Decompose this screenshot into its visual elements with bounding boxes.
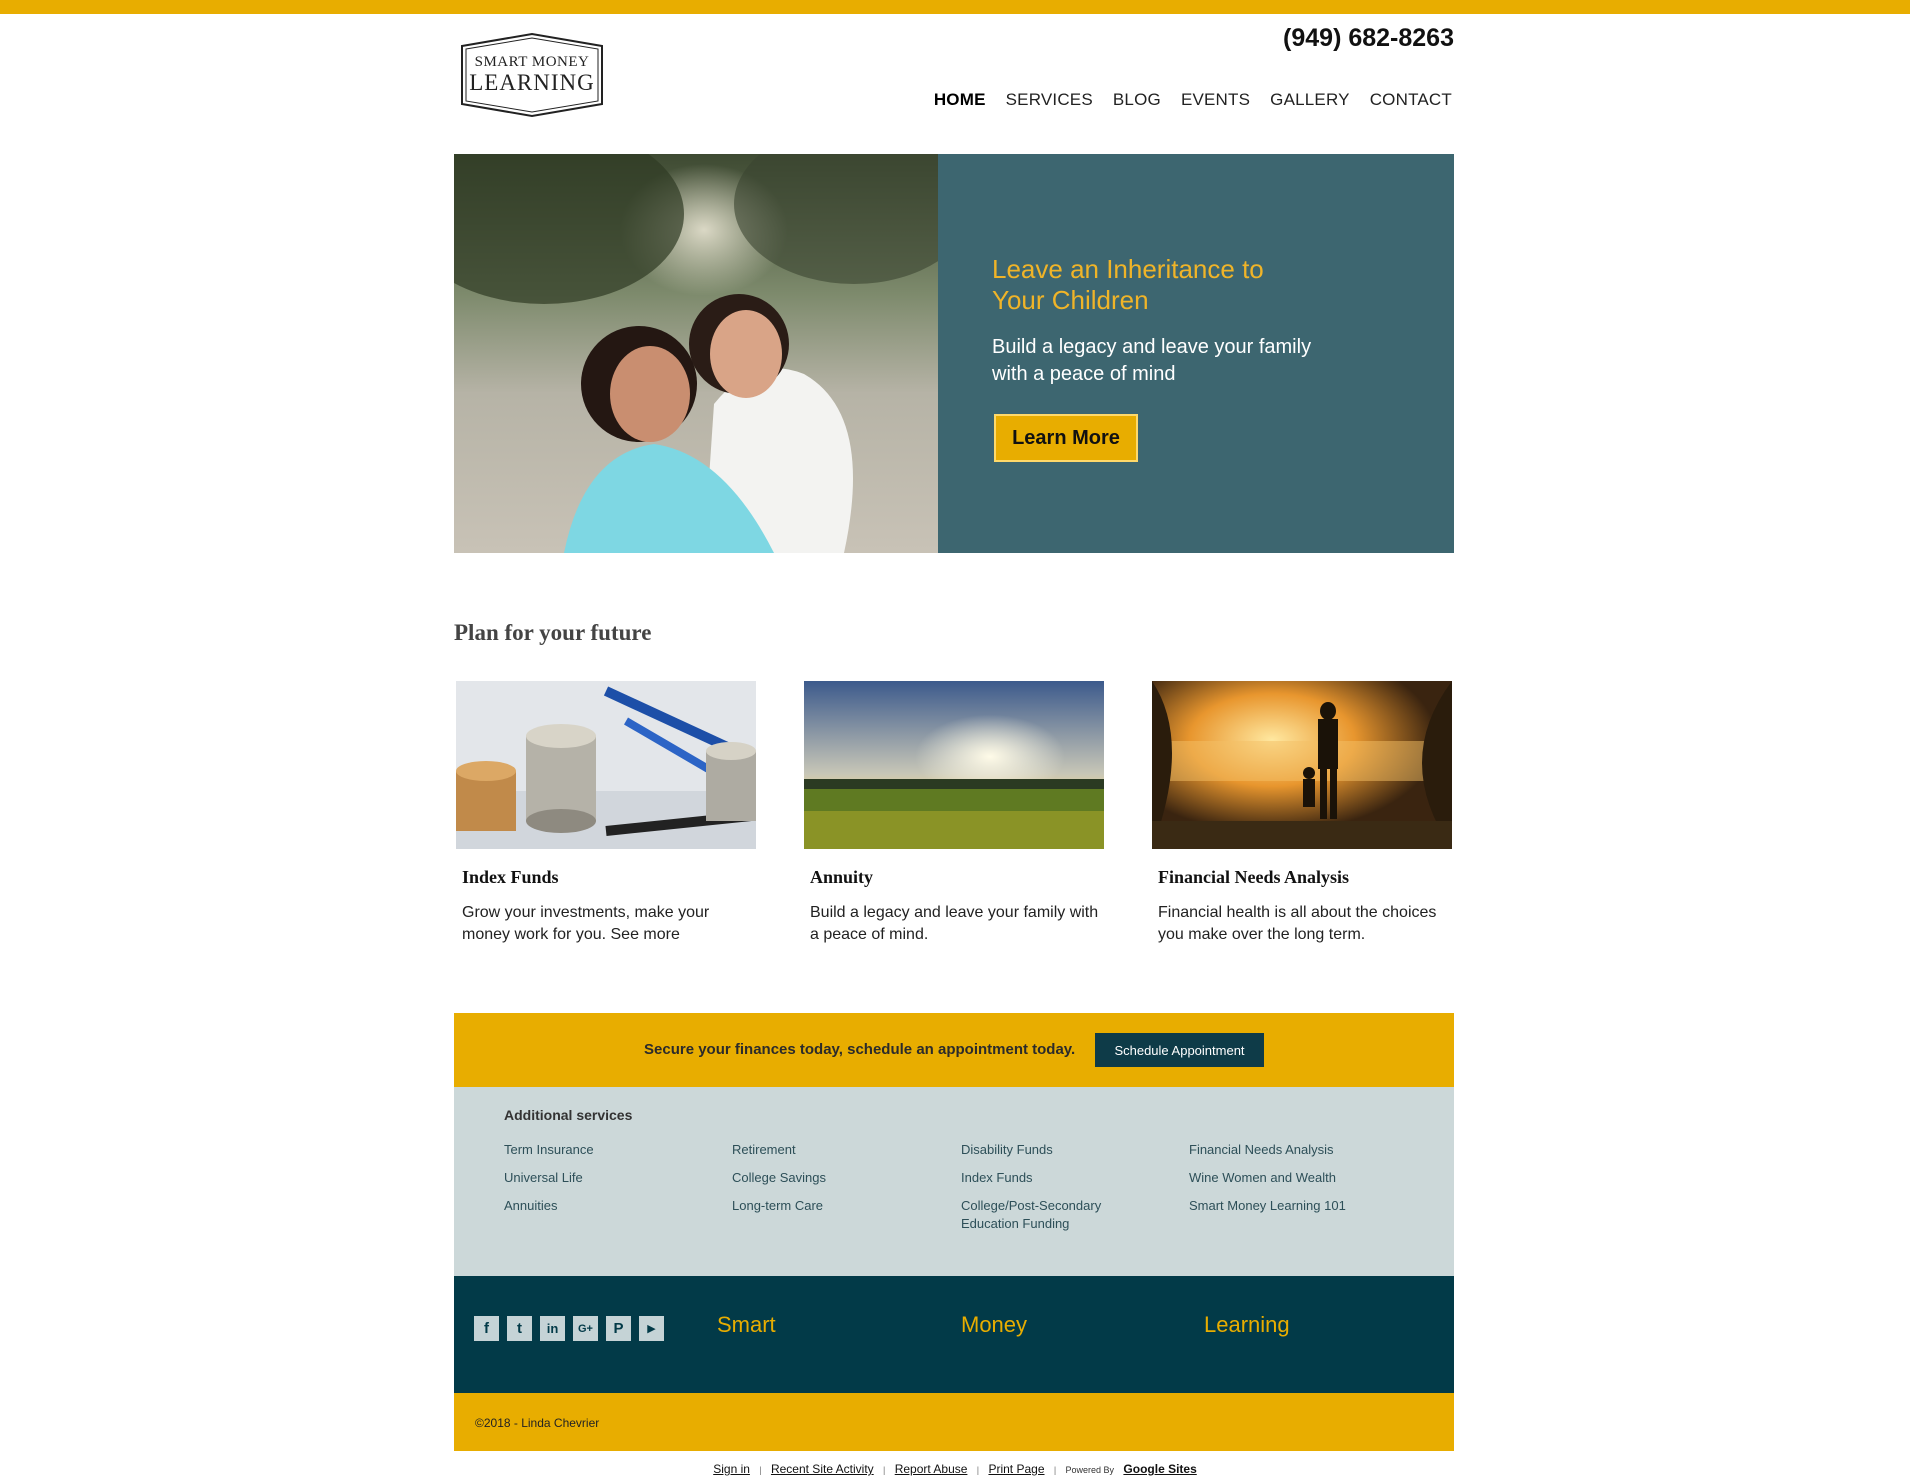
service-link[interactable]: Smart Money Learning 101 (1189, 1197, 1389, 1215)
social-links: f t in G+ P ▶ (474, 1316, 664, 1341)
card-title: Financial Needs Analysis (1158, 867, 1350, 887)
card-index-funds[interactable]: Index Funds Grow your investments, make … (456, 681, 756, 946)
service-link[interactable]: Universal Life (504, 1169, 704, 1187)
cta-bar: Secure your finances today, schedule an … (454, 1013, 1454, 1087)
hero-subtitle: Build a legacy and leave your family wit… (992, 336, 1312, 385)
service-link[interactable]: Term Insurance (504, 1141, 704, 1159)
sunset-field-image (804, 681, 1104, 849)
services-column-3: Disability Funds Index Funds College/Pos… (961, 1141, 1121, 1243)
card-financial-needs-analysis[interactable]: Financial Needs Analysis Financial healt… (1152, 681, 1452, 946)
nav-contact[interactable]: CONTACT (1370, 90, 1452, 110)
twitter-icon[interactable]: t (507, 1316, 532, 1341)
hero-panel: Leave an Inheritance to Your Children Bu… (938, 154, 1454, 553)
nav-events[interactable]: EVENTS (1181, 90, 1250, 110)
google-plus-icon[interactable]: G+ (573, 1316, 598, 1341)
service-link[interactable]: College Savings (732, 1169, 932, 1187)
card-text: Build a legacy and leave your family wit… (810, 904, 1099, 943)
services-column-4: Financial Needs Analysis Wine Women and … (1189, 1141, 1389, 1225)
services-column-2: Retirement College Savings Long-term Car… (732, 1141, 932, 1225)
service-link[interactable]: Retirement (732, 1141, 932, 1159)
schedule-appointment-button[interactable]: Schedule Appointment (1095, 1033, 1264, 1067)
hero-title: Leave an Inheritance to Your Children (992, 254, 1264, 315)
phone-number[interactable]: (949) 682-8263 (1283, 24, 1454, 53)
site-utility-links: Sign in | Recent Site Activity | Report … (0, 1462, 1910, 1476)
learn-more-button[interactable]: Learn More (994, 414, 1138, 462)
additional-services: Additional services Term Insurance Unive… (454, 1087, 1454, 1276)
youtube-icon[interactable]: ▶ (639, 1316, 664, 1341)
card-annuity[interactable]: Annuity Build a legacy and leave your fa… (804, 681, 1104, 946)
service-link[interactable]: Disability Funds (961, 1141, 1121, 1159)
copyright-bar: ©2018 - Linda Chevrier (454, 1393, 1454, 1451)
main-nav: HOME SERVICES BLOG EVENTS GALLERY CONTAC… (934, 90, 1452, 110)
hero-photo (454, 154, 938, 553)
separator: | (759, 1465, 762, 1475)
service-link[interactable]: Wine Women and Wealth (1189, 1169, 1389, 1187)
service-link[interactable]: Financial Needs Analysis (1189, 1141, 1389, 1159)
services-column-1: Term Insurance Universal Life Annuities (504, 1141, 704, 1225)
footer-word-money: Money (961, 1312, 1028, 1337)
print-page-link[interactable]: Print Page (988, 1462, 1044, 1476)
service-link[interactable]: Index Funds (961, 1169, 1121, 1187)
sign-in-link[interactable]: Sign in (713, 1462, 750, 1476)
recent-site-activity-link[interactable]: Recent Site Activity (771, 1462, 874, 1476)
card-title: Index Funds (462, 867, 559, 887)
footer-word-learning: Learning (1204, 1312, 1290, 1337)
google-sites-link[interactable]: Google Sites (1123, 1462, 1196, 1476)
service-link[interactable]: Long-term Care (732, 1197, 932, 1215)
services-title: Additional services (504, 1107, 633, 1123)
facebook-icon[interactable]: f (474, 1316, 499, 1341)
site-logo[interactable]: SMART MONEY LEARNING (458, 32, 606, 118)
footer-word-smart: Smart (717, 1312, 776, 1337)
hero-banner: Leave an Inheritance to Your Children Bu… (454, 154, 1454, 553)
card-title: Annuity (810, 867, 874, 887)
nav-services[interactable]: SERVICES (1006, 90, 1093, 110)
logo-text-bottom: LEARNING (469, 70, 595, 95)
card-text: Financial health is all about the choice… (1158, 904, 1437, 943)
cta-text: Secure your finances today, schedule an … (644, 1041, 1076, 1058)
card-text: Grow your investments, make your money w… (462, 904, 710, 943)
powered-by-label: Powered By (1065, 1465, 1115, 1475)
copyright-text: ©2018 - Linda Chevrier (475, 1416, 600, 1430)
father-child-sunset-image (1152, 681, 1452, 849)
separator: | (976, 1465, 980, 1475)
top-accent-bar (0, 0, 1910, 14)
service-link[interactable]: College/Post-Secondary Education Funding (961, 1197, 1121, 1233)
coins-pens-image (456, 681, 756, 849)
footer-dark: f t in G+ P ▶ Smart Money Learning (454, 1276, 1454, 1393)
logo-text-top: SMART MONEY (474, 54, 590, 70)
separator: | (1053, 1465, 1057, 1475)
separator: | (883, 1465, 886, 1475)
nav-gallery[interactable]: GALLERY (1270, 90, 1350, 110)
pinterest-icon[interactable]: P (606, 1316, 631, 1341)
nav-blog[interactable]: BLOG (1113, 90, 1161, 110)
report-abuse-link[interactable]: Report Abuse (895, 1462, 968, 1476)
section-title: Plan for your future (454, 620, 652, 645)
service-link[interactable]: Annuities (504, 1197, 704, 1215)
nav-home[interactable]: HOME (934, 90, 986, 110)
linkedin-icon[interactable]: in (540, 1316, 565, 1341)
